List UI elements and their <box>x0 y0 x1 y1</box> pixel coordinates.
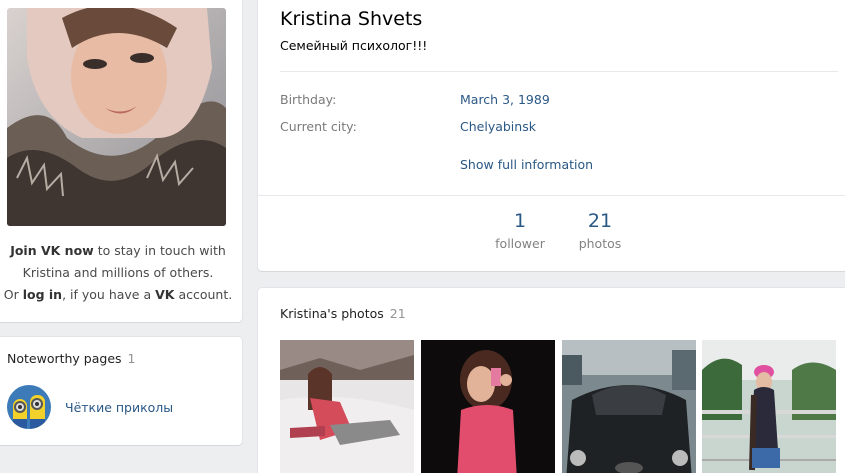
divider <box>280 71 838 72</box>
photo-thumbnail[interactable] <box>280 340 414 473</box>
profile-photo[interactable] <box>7 8 226 226</box>
noteworthy-title[interactable]: Noteworthy pages 1 <box>7 351 135 366</box>
minions-avatar-icon[interactable] <box>7 385 51 429</box>
join-text-1: to stay in touch with <box>93 243 226 258</box>
join-vk-link[interactable]: Join VK now <box>10 243 94 258</box>
birthday-label: Birthday: <box>280 92 337 107</box>
photos-card: Kristina's photos 21 <box>258 288 845 473</box>
join-prompt: Join VK now to stay in touch with Kristi… <box>0 240 236 306</box>
noteworthy-page-name[interactable]: Чёткие приколы <box>65 400 173 415</box>
photos-count: 21 <box>587 210 613 232</box>
noteworthy-count: 1 <box>127 351 136 366</box>
join-account: account. <box>174 287 233 302</box>
photos-counter[interactable]: 21 photos <box>560 210 640 251</box>
profile-name: Kristina Shvets <box>280 8 423 30</box>
photos-title-count: 21 <box>389 306 406 321</box>
profile-avatar-card: Join VK now to stay in touch with Kristi… <box>0 0 242 322</box>
followers-label: follower <box>495 236 545 251</box>
photos-label: photos <box>578 236 622 251</box>
show-full-information-link[interactable]: Show full information <box>460 157 593 172</box>
divider <box>258 195 845 196</box>
profile-status: Семейный психолог!!! <box>280 38 428 53</box>
city-label: Current city: <box>280 119 357 134</box>
photo-thumbnail[interactable] <box>421 340 555 473</box>
profile-info-card: Kristina Shvets Семейный психолог!!! Bir… <box>258 0 845 271</box>
join-or: Or <box>3 287 23 302</box>
photo-thumbnail[interactable] <box>562 340 696 473</box>
noteworthy-page-item[interactable]: Чёткие приколы <box>7 385 173 429</box>
vk-text: VK <box>155 287 175 302</box>
join-text-2: Kristina and millions of others. <box>22 265 214 280</box>
city-row: Current city: Chelyabinsk <box>280 119 536 134</box>
photos-title[interactable]: Kristina's photos 21 <box>280 306 406 321</box>
login-link[interactable]: log in <box>23 287 62 302</box>
noteworthy-pages-card: Noteworthy pages 1 Чёткие приколы <box>0 337 242 445</box>
photo-thumbnail[interactable] <box>702 340 836 473</box>
join-if-have: , if you have a <box>62 287 156 302</box>
followers-count: 1 <box>513 210 527 232</box>
birthday-value[interactable]: March 3, 1989 <box>460 92 550 107</box>
followers-counter[interactable]: 1 follower <box>480 210 560 251</box>
birthday-row: Birthday: March 3, 1989 <box>280 92 550 107</box>
city-value[interactable]: Chelyabinsk <box>460 119 536 134</box>
